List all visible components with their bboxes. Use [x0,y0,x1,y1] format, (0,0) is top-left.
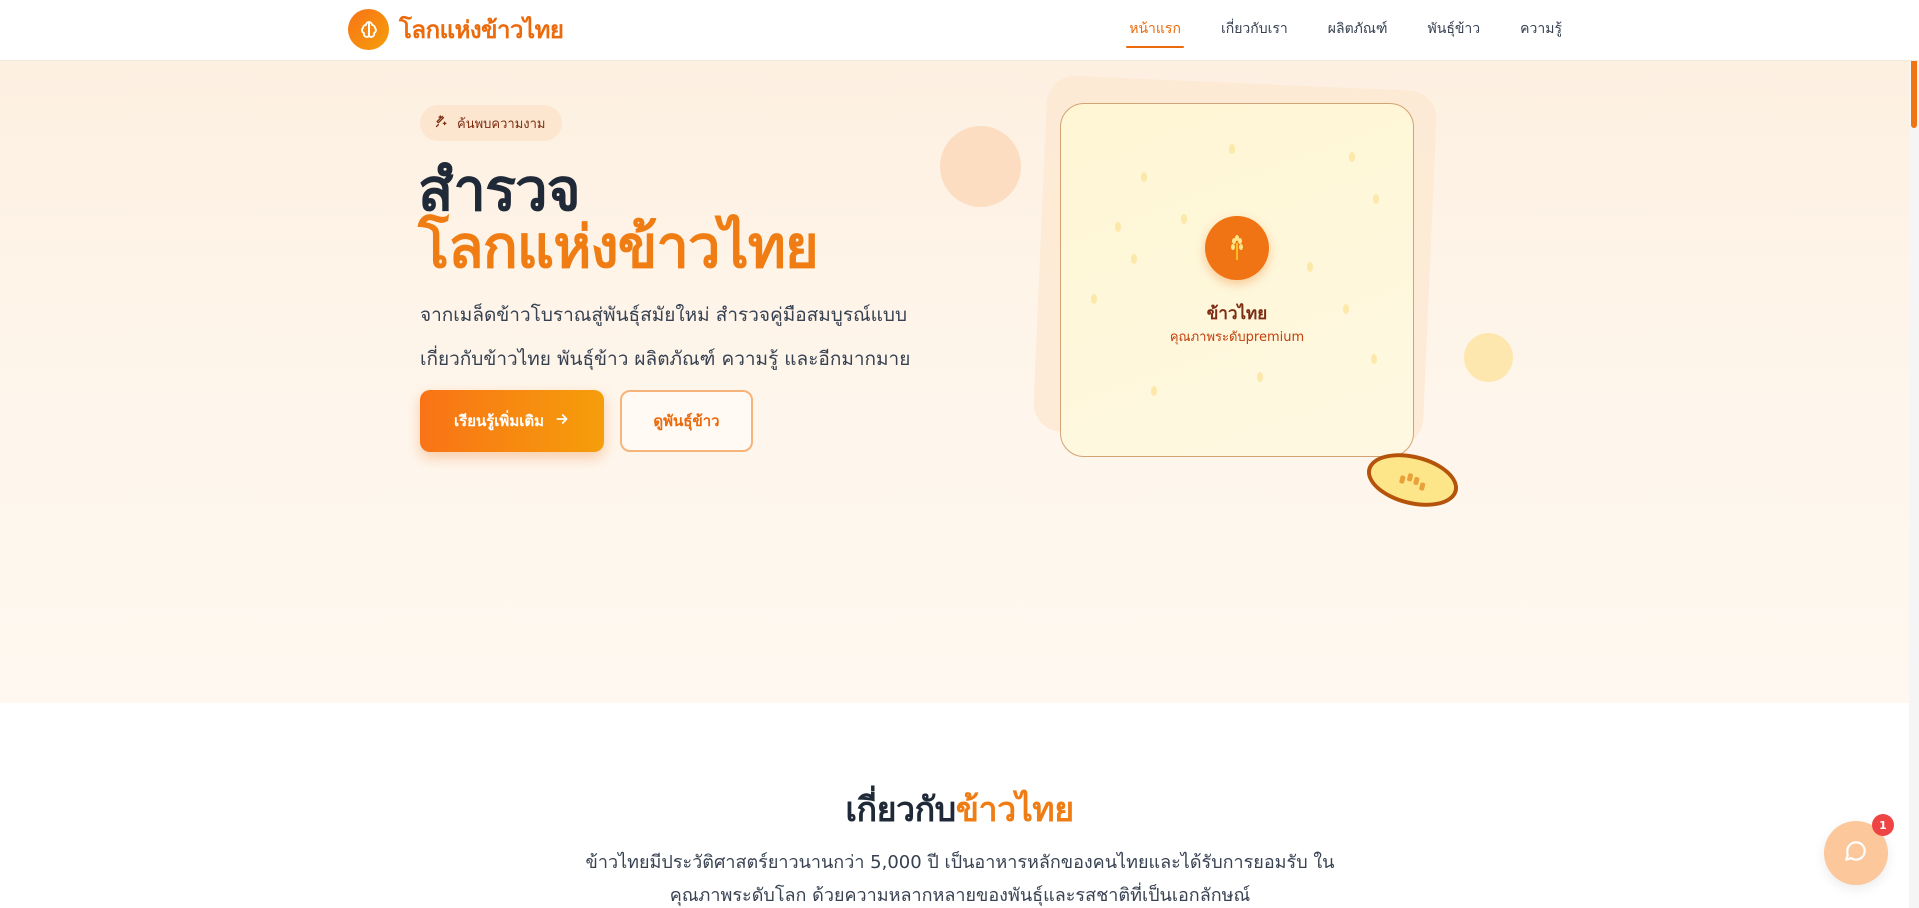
chat-notification-badge: 1 [1872,814,1894,836]
sparkle-icon [434,114,449,133]
card-subtitle: คุณภาพระดับpremium [1169,330,1305,345]
decorative-circle [1464,333,1513,382]
nav-item-home[interactable]: หน้าแรก [1126,18,1184,48]
nav-item-about[interactable]: เกี่ยวกับเรา [1221,18,1288,48]
grain-dot [1373,194,1379,204]
grain-dot [1131,254,1137,264]
grain-dot [1257,372,1263,382]
decorative-circle [940,126,1021,207]
view-varieties-button[interactable]: ดูพันธุ์ข้าว [620,390,753,452]
grain-dot [1371,354,1377,364]
grain-dot [1141,172,1147,182]
brand-logo[interactable]: โลกแห่งข้าวไทย [348,9,564,50]
brand-name: โลกแห่งข้าวไทย [399,16,564,44]
main-nav: หน้าแรก เกี่ยวกับเรา ผลิตภัณฑ์ พันธุ์ข้า… [1126,18,1562,48]
about-heading-accent: ข้าวไทย [955,790,1074,830]
card-title: ข้าวไทย [1206,304,1268,324]
grain-dot [1349,152,1355,162]
hero-title-line2: โลกแห่งข้าวไทย [418,213,819,281]
hero-badge-label: ค้นพบความงาม [457,116,546,132]
grain-dot [1307,262,1313,272]
grain-dot [1229,144,1235,154]
about-text: ข้าวไทยมีประวัติศาสตร์ยาวนานกว่า 5,000 ป… [585,852,1335,906]
grain-dot [1115,222,1121,232]
rice-feature-card: ข้าวไทย คุณภาพระดับpremium [1060,103,1414,457]
learn-more-button[interactable]: เรียนรู้เพิ่มเติม [420,390,604,452]
rice-stalk-icon [1205,216,1269,280]
grain-dot [1151,386,1157,396]
brain-icon [348,9,389,50]
hero-section: ค้นพบความงาม สำรวจ โลกแห่งข้าวไทย จากเมล… [0,61,1919,703]
hero-description: จากเมล็ดข้าวโบราณสู่พันธุ์สมัยใหม่ สำรวจ… [420,304,911,370]
nav-item-knowledge[interactable]: ความรู้ [1520,18,1562,48]
page-scrollbar[interactable] [1909,0,1919,908]
nav-item-products[interactable]: ผลิตภัณฑ์ [1328,18,1388,48]
arrow-right-icon [554,411,570,431]
about-heading-prefix: เกี่ยวกับ [845,790,956,830]
nav-item-varieties[interactable]: พันธุ์ข้าว [1428,18,1481,48]
site-header: โลกแห่งข้าวไทย หน้าแรก เกี่ยวกับเรา ผลิต… [0,0,1919,61]
about-heading: เกี่ยวกับข้าวไทย [0,782,1919,836]
hero-badge: ค้นพบความงาม [420,105,562,141]
grain-dot [1181,214,1187,224]
learn-more-label: เรียนรู้เพิ่มเติม [454,412,544,430]
chat-bubble-icon [1843,838,1869,868]
